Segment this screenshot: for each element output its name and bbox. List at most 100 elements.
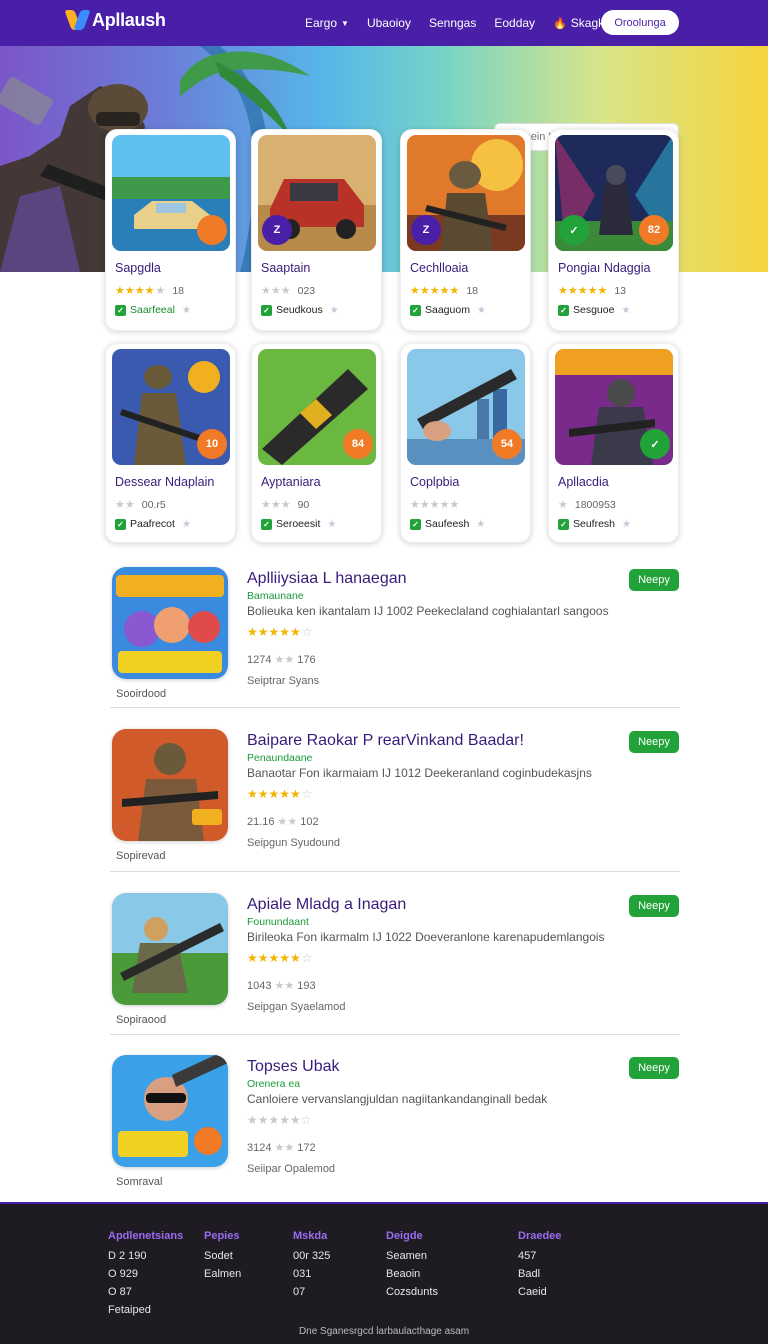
status-label: Seufresh [573, 518, 616, 530]
star-icon: ★ [621, 304, 631, 316]
footer: Apdlenetsians D 2 190 O 929 O 87 Fetaipe… [0, 1202, 768, 1344]
list-title[interactable]: Aplliiysiaa L hanaegan [247, 570, 407, 588]
rating-value: 13 [614, 284, 626, 297]
footer-heading: Pepies [204, 1230, 240, 1242]
list-meta: Seipgun Syudound [247, 837, 340, 849]
game-badge: Z [411, 215, 441, 245]
footer-link[interactable]: D 2 190 [108, 1250, 183, 1262]
star-icon: ★★★ [261, 499, 291, 511]
footer-link[interactable]: Fetaiped [108, 1304, 183, 1316]
check-icon: ✓ [650, 438, 660, 451]
star-icon: ★★★★ [115, 285, 155, 297]
nav-item-2[interactable]: Ubaoioy [367, 16, 411, 30]
footer-link[interactable]: Caeid [518, 1286, 561, 1298]
list-item[interactable]: Sopirevad Baipare Raokar P rearVinkand B… [110, 729, 680, 862]
list-title[interactable]: Topses Ubak [247, 1058, 340, 1076]
app-logo[interactable]: Apllaush [68, 8, 166, 32]
game-thumbnail: Z [407, 135, 525, 251]
star-icon: ☆ [301, 951, 313, 965]
footer-link[interactable]: Seamen [386, 1250, 438, 1262]
star-icon: ★★★★★ [247, 787, 301, 801]
game-card[interactable]: ✓ Apllacdia ★ 1800953 ✓ Seufresh ★ [548, 343, 679, 543]
star-icon: ☆ [301, 787, 313, 801]
list-stats: 3124 ★★ 172 [247, 1141, 316, 1155]
list-subtitle: Founundaant [247, 916, 309, 928]
header-action-button[interactable]: Oroolunga [601, 10, 679, 35]
divider [110, 871, 680, 872]
status-label: Saarfeeal [130, 304, 175, 316]
footer-link[interactable]: 07 [293, 1286, 330, 1298]
logo-icon [68, 8, 90, 32]
game-title: Cechlloaia [410, 261, 469, 275]
get-button[interactable]: Neepy [629, 1057, 679, 1079]
game-card[interactable]: ✓ 82 Pongiaı Ndaggia ★★★★★ 13 ✓ Sesguoe … [548, 129, 679, 331]
list-description: Banaotar Fon ikarmaiam IJ 1012 Deekeranl… [247, 766, 592, 780]
list-thumbnail [112, 893, 228, 1005]
footer-link[interactable]: 00r 325 [293, 1250, 330, 1262]
rating-value: 90 [297, 498, 310, 511]
star-icon: ★★ [274, 980, 295, 992]
list-caption: Sooirdood [116, 688, 167, 700]
checkmark-icon: ✓ [558, 518, 569, 530]
star-rating: ★★★★★ 18 [410, 284, 478, 298]
game-thumbnail: 10 [112, 349, 230, 465]
list-meta: Seiptrar Syans [247, 675, 320, 687]
check-icon: ✓ [569, 224, 579, 237]
list-item[interactable]: Somraval Topses Ubak Orenera ea Canloier… [110, 1055, 680, 1188]
card-status: ✓ Sesguoe ★ [558, 304, 630, 316]
star-icon: ★★★★★☆ [247, 1113, 312, 1127]
star-rating: ★ 1800953 [558, 498, 616, 512]
card-status: ✓ Seroeesit ★ [261, 518, 336, 530]
hero-sunglasses-image [112, 1055, 228, 1167]
list-subtitle: Orenera ea [247, 1078, 301, 1090]
nav-item-4[interactable]: Eodday [494, 16, 535, 30]
game-title: Apllacdia [558, 475, 609, 489]
list-stats: 21.16 ★★ 102 [247, 815, 319, 829]
footer-link[interactable]: Sodet [204, 1250, 241, 1262]
chevron-down-icon: ▼ [341, 18, 349, 28]
soldier-portrait-image [112, 729, 228, 841]
footer-column: Pepies Sodet Ealmen [204, 1230, 241, 1286]
footer-link[interactable]: Ealmen [204, 1268, 241, 1280]
star-rating: ★★★★★ 13 [558, 284, 626, 298]
game-card[interactable]: 84 Ayptaniara ★★★ 90 ✓ Seroeesit ★ [251, 343, 382, 543]
nav-label: Eodday [494, 16, 536, 30]
nav-item-1[interactable]: Eargo ▼ [305, 16, 349, 30]
checkmark-icon: ✓ [261, 304, 272, 316]
footer-copyright: Dne Sganesrgcd larbaulacthage asam [298, 1326, 470, 1337]
star-icon: ★ [476, 304, 486, 316]
footer-link[interactable]: O 929 [108, 1268, 183, 1280]
star-icon: ★★★ [261, 285, 291, 297]
footer-heading: Apdlenetsians [108, 1230, 184, 1242]
footer-link[interactable]: Beaoin [386, 1268, 438, 1280]
list-stats: 1043 ★★ 193 [247, 979, 316, 993]
game-card[interactable]: Sapgdla ★★★★ ★ 18 ✓ Saarfeeal ★ [105, 129, 236, 331]
footer-link[interactable]: 031 [293, 1268, 330, 1280]
list-item[interactable]: Sopiraood Apiale Mladg a Inagan Foununda… [110, 893, 680, 1026]
get-button[interactable]: Neepy [629, 895, 679, 917]
nav-item-3[interactable]: Senngas [429, 16, 476, 30]
star-icon: ★ [181, 304, 191, 316]
list-title[interactable]: Apiale Mladg a Inagan [247, 896, 406, 914]
footer-link[interactable]: Cozsdunts [386, 1286, 438, 1298]
game-card[interactable]: Z Cechlloaia ★★★★★ 18 ✓ Saaguom ★ [400, 129, 531, 331]
rating-value: 023 [297, 284, 316, 297]
list-meta: Seipgan Syaelamod [247, 1001, 346, 1013]
game-card[interactable]: 10 Dessear Ndaplain ★★ 00.r5 ✓ Paafrecot… [105, 343, 236, 543]
star-rating: ★★★★★☆ [247, 787, 313, 801]
star-rating: ★★★ 023 [261, 284, 316, 298]
get-button[interactable]: Neepy [629, 569, 679, 591]
footer-link[interactable]: O 87 [108, 1286, 183, 1298]
list-item[interactable]: Sooirdood Aplliiysiaa L hanaegan Bamauna… [110, 567, 680, 700]
star-rating: ★★★ 90 [261, 498, 310, 512]
footer-link[interactable]: Badl [518, 1268, 561, 1280]
game-card[interactable]: 54 Coplpbia ★★★★★ ✓ Saufeesh ★ [400, 343, 531, 543]
footer-column: Apdlenetsians D 2 190 O 929 O 87 Fetaipe… [108, 1230, 183, 1322]
list-title[interactable]: Baipare Raokar P rearVinkand Baadar! [247, 732, 524, 750]
game-thumbnail: ✓ 82 [555, 135, 673, 251]
game-card[interactable]: Z Saaptain ★★★ 023 ✓ Seudkous ★ [251, 129, 382, 331]
list-thumbnail [112, 1055, 228, 1167]
footer-link[interactable]: 457 [518, 1250, 561, 1262]
get-button[interactable]: Neepy [629, 731, 679, 753]
status-label: Seroeesit [276, 518, 321, 530]
